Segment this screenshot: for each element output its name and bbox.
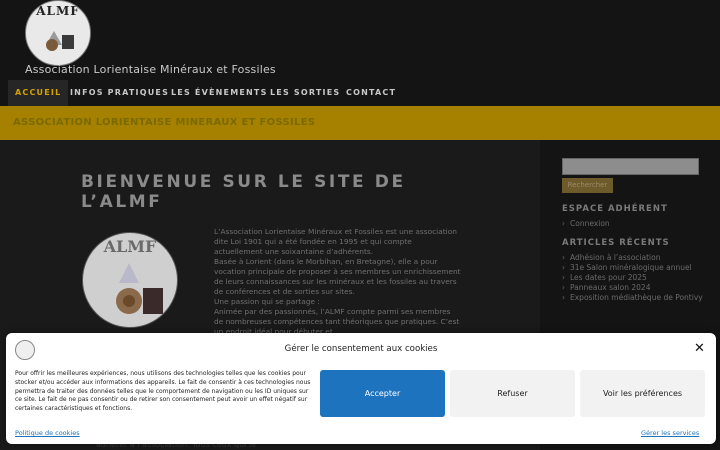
cookie-consent-banner: Gérer le consentement aux cookies ✕ Pour…: [6, 333, 716, 444]
recent-post-link[interactable]: Les dates pour 2025: [562, 273, 703, 283]
login-link[interactable]: Connexion: [562, 219, 610, 229]
member-area-title: ESPACE ADHÉRENT: [562, 204, 668, 214]
cookie-policy-link[interactable]: Politique de cookies: [15, 429, 80, 437]
nav-item-accueil[interactable]: ACCUEIL: [8, 80, 69, 106]
page-title: BIENVENUE SUR LE SITE DE L’ALMF: [81, 172, 406, 212]
intro-text: L’Association Lorientaise Minéraux et Fo…: [214, 227, 462, 337]
page-banner: ASSOCIATION LORIENTAISE MINERAUX ET FOSS…: [0, 106, 720, 140]
recent-posts-list: Adhésion à l’association 31e Salon minér…: [562, 253, 703, 303]
site-logo[interactable]: ALMF: [25, 0, 91, 66]
intro-paragraph: Basée à Lorient (dans le Morbihan, en Br…: [214, 257, 461, 296]
recent-posts-title: ARTICLES RÉCENTS: [562, 238, 670, 248]
nav-item-evenements[interactable]: LES ÉVÈNEMENTS: [164, 80, 275, 106]
close-icon[interactable]: ✕: [694, 341, 705, 356]
cookie-title: Gérer le consentement aux cookies: [284, 344, 438, 354]
logo-minerals-icon: [46, 31, 74, 51]
recent-post-link[interactable]: Adhésion à l’association: [562, 253, 703, 263]
accept-button[interactable]: Accepter: [320, 370, 445, 417]
main-nav: ACCUEIL INFOS PRATIQUES LES ÉVÈNEMENTS L…: [0, 80, 720, 106]
intro-paragraph: L’Association Lorientaise Minéraux et Fo…: [214, 227, 457, 256]
recent-post-link[interactable]: 31e Salon minéralogique annuel: [562, 263, 703, 273]
cookie-description: Pour offrir les meilleures expériences, …: [15, 370, 311, 413]
search-button[interactable]: Rechercher: [562, 178, 613, 193]
preferences-button[interactable]: Voir les préférences: [580, 370, 705, 417]
nav-item-contact[interactable]: CONTACT: [339, 80, 403, 106]
site-header: ALMF Association Lorientaise Minéraux et…: [0, 0, 720, 80]
association-logo-image: ALMF: [82, 232, 178, 328]
refuse-button[interactable]: Refuser: [450, 370, 575, 417]
member-links: Connexion: [562, 219, 610, 229]
search-input[interactable]: [562, 158, 699, 175]
site-tagline: Association Lorientaise Minéraux et Foss…: [25, 63, 276, 76]
intro-paragraph: Une passion qui se partage :: [214, 297, 320, 306]
nav-item-infos-pratiques[interactable]: INFOS PRATIQUES: [63, 80, 176, 106]
banner-title: ASSOCIATION LORIENTAISE MINERAUX ET FOSS…: [13, 117, 316, 128]
minerals-fossil-icon: [116, 263, 163, 314]
recent-post-link[interactable]: Panneaux salon 2024: [562, 283, 703, 293]
manage-services-link[interactable]: Gérer les services: [641, 429, 699, 437]
recent-post-link[interactable]: Exposition médiathèque de Pontivy: [562, 293, 703, 303]
nav-item-sorties[interactable]: LES SORTIES: [263, 80, 347, 106]
